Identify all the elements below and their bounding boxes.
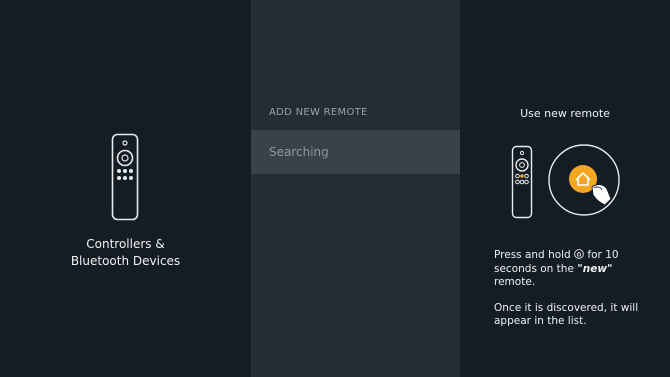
remote-list-panel: ADD NEW REMOTE Searching bbox=[251, 0, 460, 377]
instruction-paragraph-1: Press and hold for 10 seconds on the "ne… bbox=[494, 249, 654, 290]
category-label-line2: Bluetooth Devices bbox=[70, 254, 181, 268]
instruction-text: remote. bbox=[494, 276, 536, 288]
help-panel: Use new remote Press and hold for 10 sec… bbox=[460, 0, 670, 377]
instruction-emphasis: "new" bbox=[577, 262, 613, 275]
category-label-line1: Controllers & bbox=[86, 237, 165, 251]
instruction-text: Press and hold bbox=[494, 249, 571, 261]
list-item-searching[interactable]: Searching bbox=[251, 130, 460, 174]
home-icon bbox=[574, 249, 584, 259]
list-item-label: Searching bbox=[269, 145, 329, 159]
home-button-press-illustration bbox=[548, 144, 620, 216]
category-label: Controllers & Bluetooth Devices bbox=[0, 236, 251, 270]
section-title: ADD NEW REMOTE bbox=[269, 107, 368, 118]
help-title: Use new remote bbox=[520, 107, 610, 120]
remote-icon bbox=[111, 133, 139, 221]
settings-category-panel: Controllers & Bluetooth Devices bbox=[0, 0, 251, 377]
remote-icon-small bbox=[511, 145, 533, 219]
instruction-paragraph-2: Once it is discovered, it will appear in… bbox=[494, 301, 639, 328]
instructions: Press and hold for 10 seconds on the "ne… bbox=[494, 249, 654, 341]
